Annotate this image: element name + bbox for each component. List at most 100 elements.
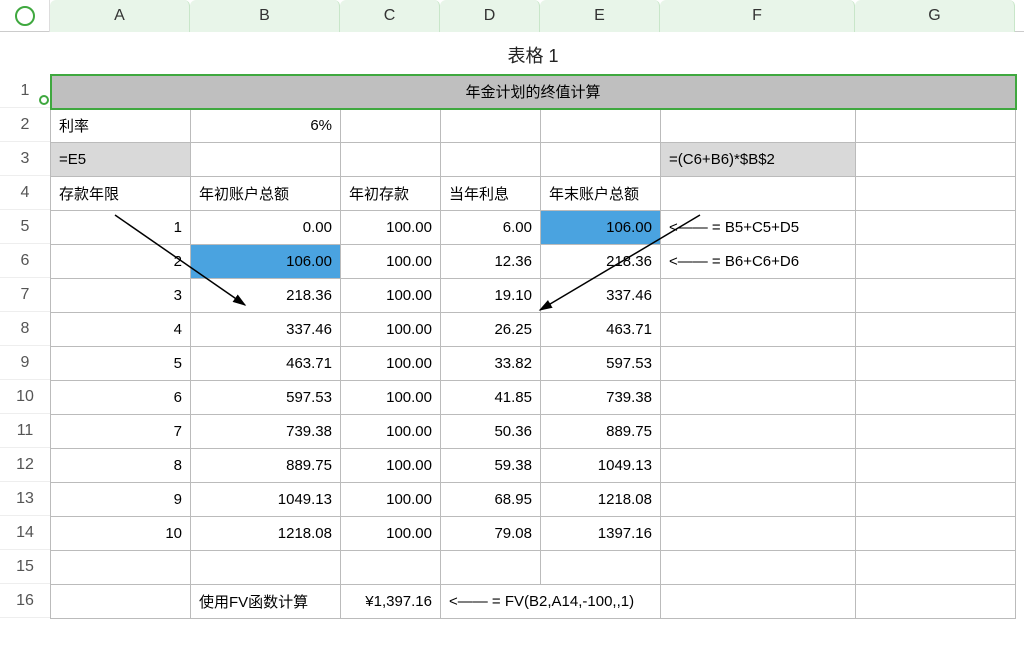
cell-empty[interactable] (541, 109, 661, 143)
cell-C6[interactable]: 100.00 (341, 245, 441, 279)
cell-B10[interactable]: 597.53 (191, 381, 341, 415)
cell-E14[interactable]: 1397.16 (541, 517, 661, 551)
cell-F7[interactable] (661, 279, 856, 313)
cell-D6[interactable]: 12.36 (441, 245, 541, 279)
cell-C13[interactable]: 100.00 (341, 483, 441, 517)
cell-D10[interactable]: 41.85 (441, 381, 541, 415)
row-header-2[interactable]: 2 (0, 108, 50, 142)
column-header-B[interactable]: B (190, 0, 340, 32)
cell-A13[interactable]: 9 (51, 483, 191, 517)
cell-B9[interactable]: 463.71 (191, 347, 341, 381)
cell-B6[interactable]: 106.00 (191, 245, 341, 279)
cell-A7[interactable]: 3 (51, 279, 191, 313)
cell-empty[interactable] (661, 109, 856, 143)
cell-B11[interactable]: 739.38 (191, 415, 341, 449)
column-header-E[interactable]: E (540, 0, 660, 32)
cell-E5[interactable]: 106.00 (541, 211, 661, 245)
cell-empty[interactable] (856, 585, 1016, 619)
row-header-13[interactable]: 13 (0, 482, 50, 516)
row-header-11[interactable]: 11 (0, 414, 50, 448)
hdr-deposit[interactable]: 年初存款 (341, 177, 441, 211)
cell-empty[interactable] (856, 143, 1016, 177)
row-header-6[interactable]: 6 (0, 244, 50, 278)
cell-empty[interactable] (856, 449, 1016, 483)
cell-empty[interactable] (51, 585, 191, 619)
cell-empty[interactable] (661, 177, 856, 211)
cell-A5[interactable]: 1 (51, 211, 191, 245)
data-grid[interactable]: 年金计划的终值计算利率6%=E5=(C6+B6)*$B$2存款年限年初账户总额年… (50, 74, 1016, 619)
cell-B7[interactable]: 218.36 (191, 279, 341, 313)
cell-A12[interactable]: 8 (51, 449, 191, 483)
cell-E7[interactable]: 337.46 (541, 279, 661, 313)
cell-empty[interactable] (856, 415, 1016, 449)
row-header-15[interactable]: 15 (0, 550, 50, 584)
cell-D7[interactable]: 19.10 (441, 279, 541, 313)
cell-empty[interactable] (856, 347, 1016, 381)
cell-empty[interactable] (191, 551, 341, 585)
cell-C8[interactable]: 100.00 (341, 313, 441, 347)
cell-E12[interactable]: 1049.13 (541, 449, 661, 483)
cell-empty[interactable] (856, 177, 1016, 211)
cell-empty[interactable] (441, 109, 541, 143)
cell-C11[interactable]: 100.00 (341, 415, 441, 449)
cell-E13[interactable]: 1218.08 (541, 483, 661, 517)
column-header-D[interactable]: D (440, 0, 540, 32)
cell-empty[interactable] (541, 143, 661, 177)
cell-empty[interactable] (856, 211, 1016, 245)
cell-empty[interactable] (341, 551, 441, 585)
cell-B2[interactable]: 6% (191, 109, 341, 143)
row-header-4[interactable]: 4 (0, 176, 50, 210)
cell-F10[interactable] (661, 381, 856, 415)
row-header-12[interactable]: 12 (0, 448, 50, 482)
cell-B5[interactable]: 0.00 (191, 211, 341, 245)
cell-D9[interactable]: 33.82 (441, 347, 541, 381)
cell-C7[interactable]: 100.00 (341, 279, 441, 313)
cell-empty[interactable] (661, 585, 856, 619)
cell-D16-fv-formula[interactable]: <—— = FV(B2,A14,-100,,1) (441, 585, 661, 619)
column-header-G[interactable]: G (855, 0, 1015, 32)
cell-C9[interactable]: 100.00 (341, 347, 441, 381)
cell-empty[interactable] (856, 109, 1016, 143)
cell-A14[interactable]: 10 (51, 517, 191, 551)
cell-E9[interactable]: 597.53 (541, 347, 661, 381)
cell-empty[interactable] (441, 143, 541, 177)
cell-F8[interactable] (661, 313, 856, 347)
cell-B16-fv-label[interactable]: 使用FV函数计算 (191, 585, 341, 619)
hdr-years[interactable]: 存款年限 (51, 177, 191, 211)
cell-empty[interactable] (856, 245, 1016, 279)
cell-D8[interactable]: 26.25 (441, 313, 541, 347)
cell-empty[interactable] (856, 483, 1016, 517)
cell-empty[interactable] (541, 551, 661, 585)
cell-B14[interactable]: 1218.08 (191, 517, 341, 551)
cell-A6[interactable]: 2 (51, 245, 191, 279)
column-header-C[interactable]: C (340, 0, 440, 32)
cell-C10[interactable]: 100.00 (341, 381, 441, 415)
row-header-10[interactable]: 10 (0, 380, 50, 414)
cell-A10[interactable]: 6 (51, 381, 191, 415)
hdr-end-balance[interactable]: 年末账户总额 (541, 177, 661, 211)
cell-A3-formula[interactable]: =E5 (51, 143, 191, 177)
column-header-F[interactable]: F (660, 0, 855, 32)
cell-F13[interactable] (661, 483, 856, 517)
cell-F5[interactable]: <—— = B5+C5+D5 (661, 211, 856, 245)
cell-F6[interactable]: <—— = B6+C6+D6 (661, 245, 856, 279)
cell-F3-formula[interactable]: =(C6+B6)*$B$2 (661, 143, 856, 177)
cell-C14[interactable]: 100.00 (341, 517, 441, 551)
cell-empty[interactable] (341, 109, 441, 143)
cell-D12[interactable]: 59.38 (441, 449, 541, 483)
cell-B8[interactable]: 337.46 (191, 313, 341, 347)
cell-E6[interactable]: 218.36 (541, 245, 661, 279)
cell-A11[interactable]: 7 (51, 415, 191, 449)
cell-E11[interactable]: 889.75 (541, 415, 661, 449)
cell-D14[interactable]: 79.08 (441, 517, 541, 551)
cell-D5[interactable]: 6.00 (441, 211, 541, 245)
cell-empty[interactable] (661, 551, 856, 585)
cell-empty[interactable] (856, 551, 1016, 585)
row-header-8[interactable]: 8 (0, 312, 50, 346)
row-header-16[interactable]: 16 (0, 584, 50, 618)
cell-empty[interactable] (856, 279, 1016, 313)
cell-F11[interactable] (661, 415, 856, 449)
row-header-14[interactable]: 14 (0, 516, 50, 550)
cell-C5[interactable]: 100.00 (341, 211, 441, 245)
cell-E8[interactable]: 463.71 (541, 313, 661, 347)
